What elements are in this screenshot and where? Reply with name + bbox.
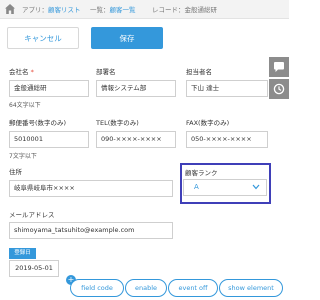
company-label: 会社名 * [9, 66, 34, 76]
history-side-tab[interactable] [269, 79, 289, 99]
breadcrumb-record-name: 金般通総研 [184, 6, 218, 14]
date-label: 登録日 [9, 248, 36, 259]
breadcrumb-bar: アプリ：顧客リスト 一覧：顧客一覧 レコード：金般通総研 [0, 0, 289, 19]
show-element-button[interactable]: show element [219, 279, 283, 297]
breadcrumb-record: レコード：金般通総研 [152, 4, 217, 14]
tel-input[interactable]: 090-××××-×××× [96, 131, 176, 148]
address-label: 住所 [9, 168, 22, 176]
comment-icon [274, 62, 284, 72]
company-label-text: 会社名 [9, 68, 29, 76]
email-label: メールアドレス [9, 211, 55, 219]
postal-input[interactable]: 5010001 [9, 131, 89, 148]
fax-label: FAX(数字のみ) [186, 119, 230, 127]
breadcrumb-app-link[interactable]: 顧客リスト [48, 6, 81, 14]
department-input[interactable]: 情報システム部 [96, 80, 176, 97]
breadcrumb-list-prefix: 一覧： [90, 6, 110, 14]
comment-side-tab[interactable] [269, 57, 289, 77]
contact-input[interactable]: 下山 達士 [186, 80, 268, 97]
rank-selected-value: A [194, 183, 199, 191]
tel-label: TEL(数字のみ) [96, 119, 139, 127]
cancel-button[interactable]: キャンセル [7, 27, 79, 49]
date-input[interactable]: 2019-05-01 [9, 260, 59, 277]
postal-label: 郵便番号(数字のみ) [9, 119, 67, 127]
save-button[interactable]: 保存 [91, 27, 163, 49]
enable-button[interactable]: enable [125, 279, 167, 297]
event-off-button[interactable]: event off [168, 279, 218, 297]
breadcrumb-list-link[interactable]: 顧客一覧 [110, 6, 136, 14]
email-input[interactable]: shimoyama_tatsuhito@example.com [9, 222, 173, 239]
company-note: 64文字以下 [9, 102, 41, 109]
fax-input[interactable]: 050-××××-×××× [186, 131, 268, 148]
history-icon [273, 83, 285, 95]
home-icon[interactable] [4, 3, 16, 15]
rank-select[interactable]: A [183, 179, 267, 196]
contact-label: 担当者名 [186, 68, 212, 76]
postal-note: 7文字以下 [9, 153, 37, 160]
rank-label: 顧客ランク [185, 169, 218, 177]
required-mark: * [30, 68, 34, 76]
breadcrumb-record-prefix: レコード： [152, 6, 185, 14]
address-input[interactable]: 岐阜県岐阜市×××× [9, 180, 173, 197]
field-code-button[interactable]: field code [70, 279, 124, 297]
department-label: 部署名 [96, 68, 116, 76]
breadcrumb-app-prefix: アプリ： [22, 6, 48, 14]
chevron-down-icon [252, 184, 260, 190]
company-input[interactable]: 金般通総研 [9, 80, 89, 97]
breadcrumb-list[interactable]: 一覧：顧客一覧 [90, 4, 136, 14]
breadcrumb-app[interactable]: アプリ：顧客リスト [22, 4, 81, 14]
